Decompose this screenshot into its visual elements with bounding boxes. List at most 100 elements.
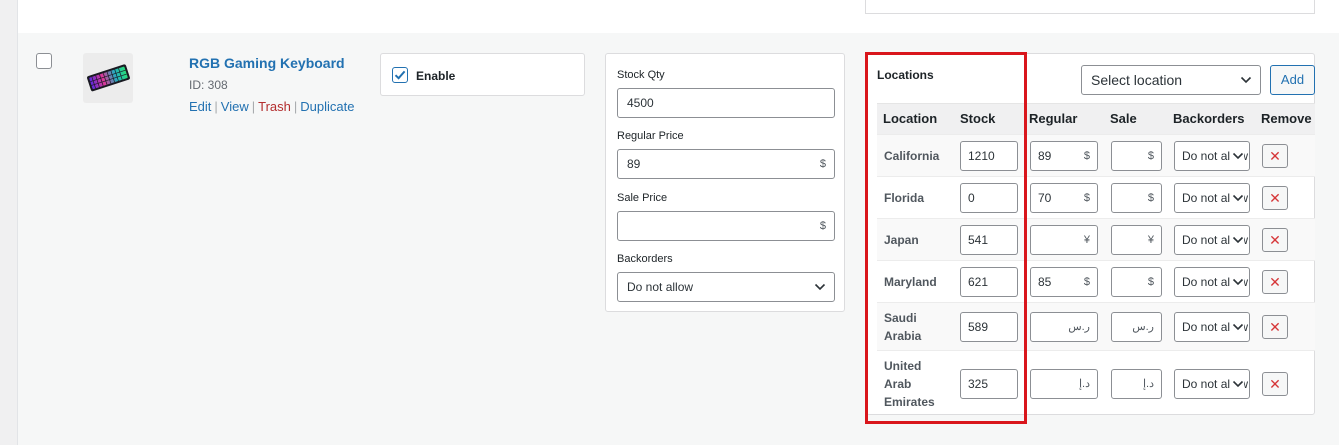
table-row: Japan 541 ¥ ¥ Do not allow ✕ <box>877 218 1315 260</box>
location-stock-input[interactable]: 621 <box>960 267 1018 297</box>
regular-price-input[interactable]: 89 $ <box>617 149 835 179</box>
keyboard-image-icon <box>87 64 130 92</box>
remove-location-button[interactable]: ✕ <box>1262 372 1288 396</box>
locations-title: Locations <box>877 68 934 82</box>
close-icon: ✕ <box>1269 319 1281 335</box>
remove-location-button[interactable]: ✕ <box>1262 315 1288 339</box>
currency-symbol: $ <box>819 220 826 232</box>
close-icon: ✕ <box>1269 190 1281 206</box>
close-icon: ✕ <box>1269 376 1281 392</box>
remove-location-button[interactable]: ✕ <box>1262 270 1288 294</box>
location-regular-input[interactable]: د.إ <box>1030 369 1098 399</box>
chevron-down-icon <box>1230 268 1244 296</box>
sale-price-input[interactable]: $ <box>617 211 835 241</box>
add-location-button[interactable]: Add <box>1270 65 1315 95</box>
remove-location-button[interactable]: ✕ <box>1262 186 1288 210</box>
location-name: Japan <box>884 233 919 247</box>
currency-symbol: ¥ <box>1083 234 1090 246</box>
currency-symbol: ¥ <box>1147 234 1154 246</box>
location-regular-value: 89 <box>1038 149 1052 163</box>
table-row: Maryland 621 85 $ $ Do not allow ✕ <box>877 260 1315 302</box>
regular-price-label: Regular Price <box>617 130 684 142</box>
location-sale-input[interactable]: $ <box>1111 267 1162 297</box>
location-stock-value: 541 <box>968 233 989 247</box>
col-backorders: Backorders <box>1173 111 1245 126</box>
location-name: Florida <box>884 191 925 205</box>
col-remove: Remove <box>1261 111 1312 126</box>
enable-card: Enable <box>380 53 585 96</box>
col-location: Location <box>883 111 938 126</box>
location-stock-input[interactable]: 0 <box>960 183 1018 213</box>
row-select-checkbox[interactable] <box>36 53 52 69</box>
currency-symbol: د.إ <box>1078 378 1090 390</box>
remove-location-button[interactable]: ✕ <box>1262 144 1288 168</box>
location-name: California <box>884 149 940 163</box>
location-backorders-select[interactable]: Do not allow <box>1174 183 1250 213</box>
view-link[interactable]: View <box>221 99 249 114</box>
location-stock-input[interactable]: 1210 <box>960 141 1018 171</box>
backorders-select[interactable]: Do not allow <box>617 272 835 302</box>
backorders-value: Do not allow <box>627 280 694 294</box>
location-stock-input[interactable]: 325 <box>960 369 1018 399</box>
sale-price-label: Sale Price <box>617 192 668 204</box>
close-icon: ✕ <box>1269 232 1281 248</box>
table-row: United Arab Emirates 325 د.إ د.إ Do not allo… <box>877 350 1315 416</box>
chevron-down-icon <box>1240 66 1252 103</box>
currency-symbol: د.إ <box>1142 378 1154 390</box>
product-title-link[interactable]: RGB Gaming Keyboard <box>189 55 345 71</box>
row-actions: Edit | View | Trash | Duplicate <box>189 99 354 114</box>
select-location-dropdown[interactable]: Select location <box>1081 65 1261 95</box>
chevron-down-icon <box>1230 142 1244 170</box>
location-name: Maryland <box>884 275 937 289</box>
chevron-down-icon <box>1230 184 1244 212</box>
close-icon: ✕ <box>1269 274 1281 290</box>
table-row: Saudi Arabia 589 ر.س ر.س Do not allow ✕ <box>877 302 1315 350</box>
location-name: Saudi Arabia <box>884 311 922 343</box>
col-stock: Stock <box>960 111 996 126</box>
location-regular-input[interactable]: 85 $ <box>1030 267 1098 297</box>
location-sale-input[interactable]: $ <box>1111 183 1162 213</box>
previous-row-card <box>865 0 1315 14</box>
table-row: Florida 0 70 $ $ Do not allow ✕ <box>877 176 1315 218</box>
remove-location-button[interactable]: ✕ <box>1262 228 1288 252</box>
stock-qty-label: Stock Qty <box>617 69 665 81</box>
location-name: United Arab Emirates <box>884 359 935 409</box>
duplicate-link[interactable]: Duplicate <box>300 99 354 114</box>
table-header: Location Stock Regular Sale Backorders R… <box>877 104 1315 134</box>
location-backorders-select[interactable]: Do not allow <box>1174 369 1250 399</box>
trash-link[interactable]: Trash <box>258 99 291 114</box>
stock-qty-input[interactable]: 4500 <box>617 88 835 118</box>
location-stock-input[interactable]: 541 <box>960 225 1018 255</box>
currency-symbol: $ <box>1147 192 1154 204</box>
currency-symbol: $ <box>1083 150 1090 162</box>
product-thumbnail[interactable] <box>83 53 133 103</box>
stock-qty-value: 4500 <box>627 96 654 110</box>
location-regular-value: 85 <box>1038 275 1052 289</box>
location-backorders-select[interactable]: Do not allow <box>1174 312 1250 342</box>
enable-checkbox[interactable] <box>392 67 408 83</box>
locations-table: Location Stock Regular Sale Backorders R… <box>877 103 1315 415</box>
location-backorders-select[interactable]: Do not allow <box>1174 141 1250 171</box>
location-sale-input[interactable]: د.إ <box>1111 369 1162 399</box>
location-stock-value: 325 <box>968 377 989 391</box>
location-sale-input[interactable]: ¥ <box>1111 225 1162 255</box>
location-regular-input[interactable]: 70 $ <box>1030 183 1098 213</box>
edit-link[interactable]: Edit <box>189 99 211 114</box>
stock-price-card: Stock Qty 4500 Regular Price 89 $ Sale P… <box>605 53 845 312</box>
location-backorders-select[interactable]: Do not allow <box>1174 267 1250 297</box>
check-icon <box>394 70 406 80</box>
location-stock-input[interactable]: 589 <box>960 312 1018 342</box>
action-separator: | <box>293 99 298 114</box>
regular-price-value: 89 <box>627 157 641 171</box>
location-backorders-select[interactable]: Do not allow <box>1174 225 1250 255</box>
action-separator: | <box>251 99 256 114</box>
location-regular-input[interactable]: 89 $ <box>1030 141 1098 171</box>
currency-symbol: ر.س <box>1068 321 1090 333</box>
location-regular-input[interactable]: ¥ <box>1030 225 1098 255</box>
table-row: California 1210 89 $ $ Do not allow ✕ <box>877 134 1315 176</box>
location-sale-input[interactable]: $ <box>1111 141 1162 171</box>
location-regular-input[interactable]: ر.س <box>1030 312 1098 342</box>
currency-symbol: $ <box>1147 150 1154 162</box>
location-sale-input[interactable]: ر.س <box>1111 312 1162 342</box>
col-regular: Regular <box>1029 111 1078 126</box>
